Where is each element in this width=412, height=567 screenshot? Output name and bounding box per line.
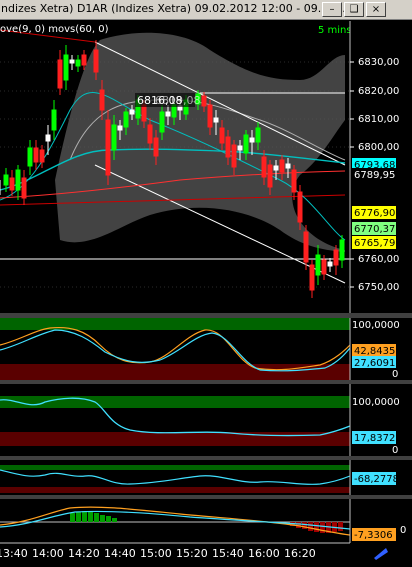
price-axis: 6830,00 6820,00 6810,00 6800,00 6760,00 … [349,21,412,313]
y-tick: 6800,00 [358,142,399,153]
price-label-green: 6770,37 [354,224,395,235]
time-tick: 16:20 [284,547,316,560]
window-title: ndizes Xetra) D1AR (Indizes Xetra) 09.02… [1,2,350,15]
time-tick: 14:20 [68,547,100,560]
time-tick: 15:20 [176,547,208,560]
time-tick: 15:00 [140,547,172,560]
indicator-header: ove(9, 0) movs(60, 0) [0,24,109,35]
indicator-panel-3[interactable]: -68,2778 [0,460,399,495]
y-tick: 6760,00 [358,254,399,265]
y-tick: 6810,00 [358,114,399,125]
svg-text:6819,08: 6819,08 [155,94,201,107]
ind3-value: -68,2778 [354,474,399,485]
close-icon[interactable]: × [366,2,386,17]
time-tick: 16:00 [248,547,280,560]
window-titlebar: ndizes Xetra) D1AR (Indizes Xetra) 09.02… [0,0,412,20]
y-tick: 6820,00 [358,86,399,97]
time-tick: 15:40 [212,547,244,560]
price-label-yellow: 6776,90 [354,208,395,219]
scroll-arrow-icon[interactable] [360,545,400,561]
y-tick: 6750,00 [358,282,399,293]
ind4-value: -7,3306 [354,530,393,541]
indicator-panel-4[interactable]: -7,3306 0 [0,499,406,543]
price-label-close: 6765,79 [354,238,395,249]
main-price-panel[interactable]: 6816,08 6819,08 ove(9, 0) movs(60, 0) 5 … [0,21,352,313]
ind2-max: 100,0000 [352,397,400,408]
ind4-zero: 0 [400,525,406,536]
time-tick: 14:00 [32,547,64,560]
ind1-value-cyan: 27,6091 [354,358,395,369]
ind2-min: 0 [392,445,398,456]
time-tick: 13:40 [0,547,28,560]
ind2-value: 17,8372 [354,433,395,444]
indicator-panel-1[interactable]: 100,0000 42,8435 27,6091 0 [0,318,400,380]
chart-area[interactable]: 6816,08 6819,08 ove(9, 0) movs(60, 0) 5 … [0,20,412,563]
restore-icon[interactable]: ❑ [344,2,364,17]
indicator-panel-2[interactable]: 100,0000 17,8372 0 [0,384,400,456]
minimize-icon[interactable]: – [322,2,342,17]
time-axis: 13:40 14:00 14:20 14:40 15:00 15:20 15:4… [0,542,412,563]
y-tick: 6830,00 [358,57,399,68]
ind1-min: 0 [392,369,398,380]
timeframe-label: 5 mins [318,25,352,36]
time-tick: 14:40 [104,547,136,560]
ind1-value-orange: 42,8435 [354,346,395,357]
ind1-max: 100,0000 [352,320,400,331]
price-label-red: 6789,95 [354,170,395,181]
